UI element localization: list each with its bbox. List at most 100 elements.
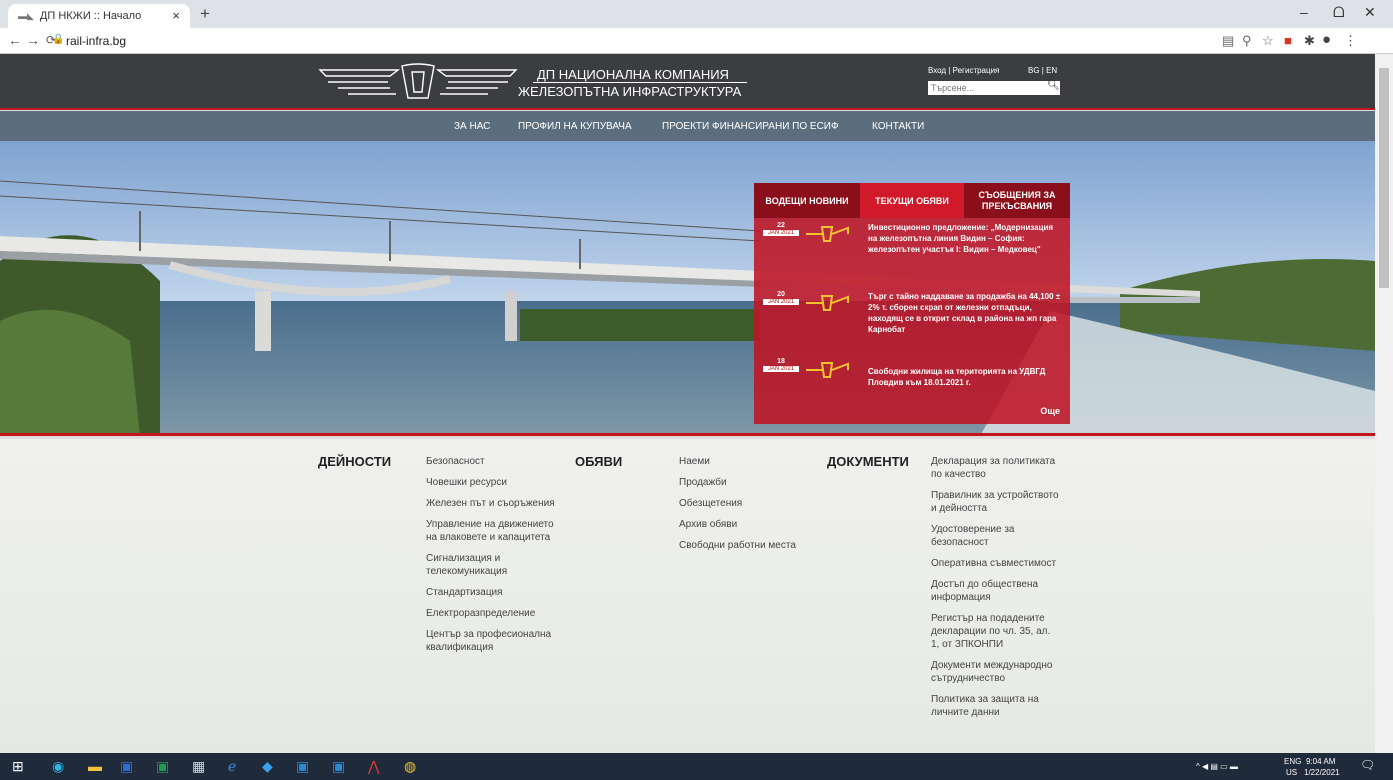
activity-link[interactable]: Сигнализация и телекомуникация (426, 552, 556, 578)
document-link[interactable]: Удостоверение за безопасност (931, 523, 1061, 549)
news-item[interactable]: 22 JAN 2021 Инвестиционно предложение: „М… (754, 222, 1070, 280)
tab-title: ДП НКЖИ :: Начало (39, 10, 142, 22)
notifications-icon[interactable]: 🗨 (1360, 758, 1375, 772)
activity-link[interactable]: Железен път и съоръжения (426, 497, 556, 510)
clock-time[interactable]: 9:04 AM (1306, 757, 1335, 766)
acrobat-icon[interactable]: ⋀ (368, 758, 379, 775)
site-favicon-icon: ▬◣ (18, 10, 34, 21)
railway-logo-icon (806, 226, 849, 242)
documents-heading: ДОКУМЕНТИ (827, 454, 909, 469)
document-link[interactable]: Документи международно сътрудничество (931, 659, 1061, 685)
file-explorer-icon[interactable]: ▬ (88, 758, 102, 774)
calculator-icon[interactable]: ▦ (192, 758, 205, 775)
close-window-button[interactable]: ✕ (1364, 4, 1376, 21)
cortana-icon[interactable]: ◉ (52, 758, 64, 775)
brand-line-1[interactable]: ДП НАЦИОНАЛНА КОМПАНИЯ (537, 67, 729, 82)
activity-link[interactable]: Безопасност (426, 455, 556, 468)
documents-list: Декларация за политиката по качество Пра… (931, 455, 1061, 727)
railway-logo-icon (806, 362, 849, 378)
windows-taskbar: ⊞ ◉ ▬ ▣ ▣ ▦ ℯ ◆ ▣ ▣ ⋀ ◍ ^ ◀ ▤ ▭ ▬ ENG US… (0, 753, 1393, 780)
tab-leading-news[interactable]: ВОДЕЩИ НОВИНИ (754, 183, 860, 218)
ad-link[interactable]: Продажби (679, 476, 819, 489)
page-scrollbar[interactable] (1375, 54, 1393, 753)
document-link[interactable]: Регистър на подадените декларации по чл.… (931, 612, 1061, 651)
profile-icon[interactable]: ● (1322, 31, 1331, 48)
ads-heading: ОБЯВИ (575, 454, 623, 469)
new-tab-button[interactable]: + (200, 4, 210, 24)
internet-explorer-icon[interactable]: ℯ (228, 758, 236, 775)
browser-tab-strip: ▬◣ ДП НКЖИ :: Начало × + – ᗝ ✕ (0, 0, 1393, 28)
document-link[interactable]: Политика за защита на личните данни (931, 693, 1061, 719)
maximize-button[interactable]: ᗝ (1333, 4, 1345, 21)
news-text[interactable]: Инвестиционно предложение: „Модернизация… (868, 222, 1064, 255)
news-text[interactable]: Търг с тайно наддаване за продажба на 44… (868, 291, 1064, 335)
tab-interruptions[interactable]: СЪОБЩЕНИЯ ЗА ПРЕКЪСВАНИЯ (964, 183, 1070, 218)
minimize-button[interactable]: – (1300, 4, 1308, 20)
activity-link[interactable]: Управление на движението на влаковете и … (426, 518, 556, 544)
activity-link[interactable]: Човешки ресурси (426, 476, 556, 489)
ad-link[interactable]: Наеми (679, 455, 819, 468)
extensions-icon[interactable]: ✱ (1304, 33, 1315, 49)
url-field[interactable]: rail-infra.bg (66, 34, 126, 48)
railway-logo-icon (806, 295, 849, 311)
ad-link[interactable]: Обезщетения (679, 497, 819, 510)
language-indicator[interactable]: ENG (1284, 757, 1301, 766)
bookmark-star-icon[interactable]: ☆ (1262, 33, 1274, 49)
news-date: 22 JAN 2021 (763, 222, 799, 236)
windows-start-icon[interactable]: ⊞ (12, 758, 24, 775)
ad-link[interactable]: Архив обяви (679, 518, 819, 531)
brand-line-2[interactable]: ЖЕЛЕЗОПЪТНА ИНФРАСТРУКТУРА (518, 84, 741, 99)
ads-list: Наеми Продажби Обезщетения Архив обяви С… (679, 455, 819, 560)
language-switch[interactable]: BG | EN (1028, 66, 1057, 75)
outlook-icon[interactable]: ▣ (332, 758, 345, 775)
news-text[interactable]: Свободни жилища на територията на УДВГД … (868, 366, 1064, 388)
clock-date[interactable]: 1/22/2021 (1304, 768, 1340, 777)
activities-list: Безопасност Човешки ресурси Железен път … (426, 455, 556, 662)
lock-icon: 🔒 (52, 34, 65, 45)
hero-banner (0, 141, 1375, 436)
zoom-icon[interactable]: ⚲ (1242, 33, 1252, 49)
railway-logo-icon[interactable] (318, 62, 518, 102)
back-icon[interactable]: ← (8, 32, 22, 48)
keyboard-layout[interactable]: US (1286, 768, 1297, 777)
app-icon[interactable]: ◆ (262, 758, 273, 775)
news-item[interactable]: 18 JAN 2021 Свободни жилища на територият… (754, 358, 1070, 398)
news-panel: ВОДЕЩИ НОВИНИ ТЕКУЩИ ОБЯВИ СЪОБЩЕНИЯ ЗА … (754, 183, 1070, 424)
browser-tab[interactable]: ▬◣ ДП НКЖИ :: Начало × (8, 4, 190, 28)
address-bar-row: ← → ⟳ 🔒 rail-infra.bg ▤ ⚲ ☆ ■ ✱ ● ⋮ (0, 28, 1393, 54)
footer-links: ДЕЙНОСТИ Безопасност Човешки ресурси Жел… (0, 439, 1375, 753)
tab-close-icon[interactable]: × (172, 8, 180, 23)
search-icon[interactable]: 🔍︎ (1047, 80, 1060, 91)
nav-item-contacts[interactable]: КОНТАКТИ (872, 121, 924, 132)
outlook-icon[interactable]: ▣ (296, 758, 309, 775)
menu-icon[interactable]: ⋮ (1344, 33, 1357, 49)
news-item[interactable]: 20 JAN 2021 Търг с тайно наддаване за про… (754, 291, 1070, 349)
search-input[interactable] (928, 81, 1060, 95)
nav-item-about[interactable]: ЗА НАС (454, 121, 490, 132)
ad-link[interactable]: Свободни работни места (679, 539, 819, 552)
translate-icon[interactable]: ▤ (1222, 33, 1234, 49)
activities-heading: ДЕЙНОСТИ (318, 454, 392, 469)
activity-link[interactable]: Електроразпределение (426, 607, 556, 620)
bridge-photo (0, 141, 1375, 433)
scrollbar-thumb[interactable] (1379, 68, 1389, 288)
document-link[interactable]: Достъп до обществена информация (931, 578, 1061, 604)
excel-icon[interactable]: ▣ (156, 758, 169, 775)
word-icon[interactable]: ▣ (120, 758, 133, 775)
nav-item-buyer-profile[interactable]: ПРОФИЛ НА КУПУВАЧА (518, 121, 632, 132)
more-link[interactable]: Още (1040, 406, 1060, 416)
tray-icons[interactable]: ^ ◀ ▤ ▭ ▬ (1196, 762, 1238, 771)
news-date: 18 JAN 2021 (763, 358, 799, 372)
document-link[interactable]: Правилник за устройството и дейността (931, 489, 1061, 515)
activity-link[interactable]: Стандартизация (426, 586, 556, 599)
pdf-extension-icon[interactable]: ■ (1284, 33, 1292, 48)
activity-link[interactable]: Център за професионална квалификация (426, 628, 556, 654)
document-link[interactable]: Оперативна съвместимост (931, 557, 1061, 570)
news-tabs: ВОДЕЩИ НОВИНИ ТЕКУЩИ ОБЯВИ СЪОБЩЕНИЯ ЗА … (754, 183, 1070, 218)
nav-item-esif-projects[interactable]: ПРОЕКТИ ФИНАНСИРАНИ ПО ЕСИФ (662, 121, 839, 132)
login-register-links[interactable]: Вход | Регистрация (928, 66, 999, 75)
document-link[interactable]: Декларация за политиката по качество (931, 455, 1061, 481)
forward-icon[interactable]: → (26, 32, 40, 48)
tab-current-ads[interactable]: ТЕКУЩИ ОБЯВИ (860, 183, 964, 218)
chrome-icon[interactable]: ◍ (404, 758, 416, 775)
